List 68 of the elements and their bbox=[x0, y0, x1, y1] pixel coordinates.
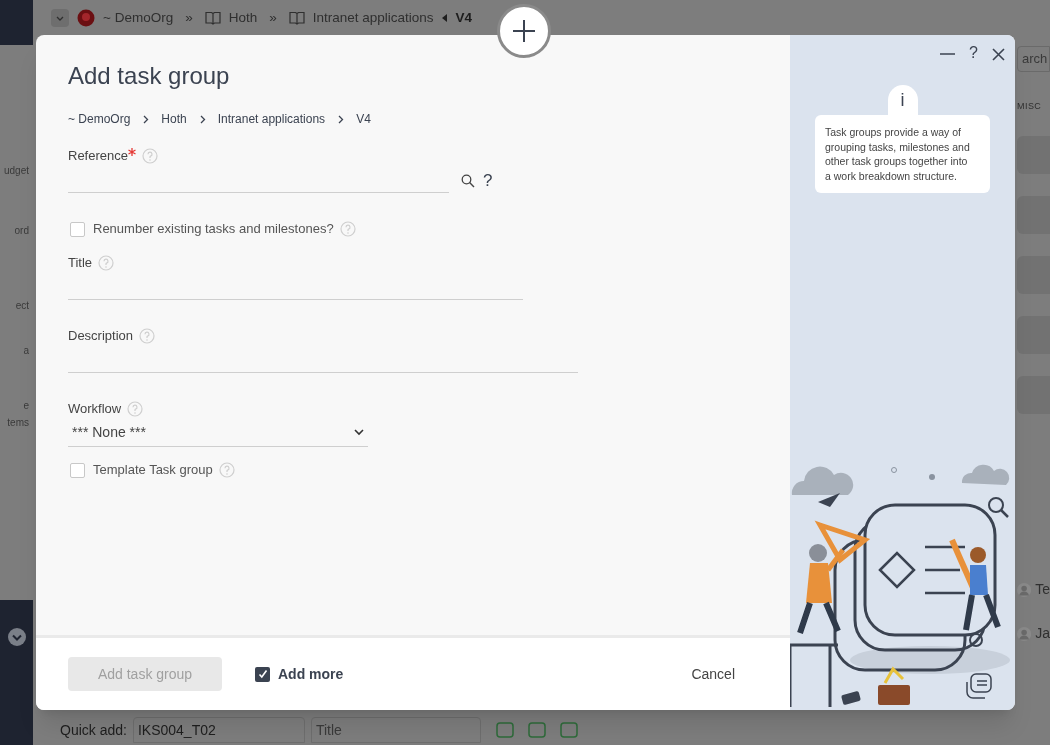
cancel-button[interactable]: Cancel bbox=[691, 663, 735, 685]
sidebar-panel bbox=[0, 0, 33, 45]
chevron-down-icon bbox=[354, 429, 364, 436]
user-name[interactable]: Ja bbox=[1035, 623, 1050, 644]
search-field[interactable]: arch bbox=[1017, 46, 1050, 72]
menu-label[interactable]: e bbox=[23, 398, 33, 413]
info-text: Task groups provide a way of grouping tasks, milestones and other task groups together into a work breakdown structure. bbox=[815, 115, 990, 193]
menu-label[interactable]: udget bbox=[3, 163, 33, 178]
breadcrumb-link[interactable]: ~ DemoOrg bbox=[103, 7, 174, 29]
help-icon[interactable] bbox=[127, 401, 144, 417]
caret-left-icon bbox=[441, 14, 448, 22]
menu-label[interactable]: ect bbox=[15, 298, 33, 313]
chevron-down-icon bbox=[56, 15, 64, 21]
chevron-down-circle-icon[interactable] bbox=[7, 628, 26, 646]
lookup-help[interactable]: ? bbox=[483, 172, 493, 189]
field-label: Reference bbox=[68, 147, 128, 166]
checkbox[interactable] bbox=[255, 666, 270, 682]
check-icon bbox=[257, 669, 268, 679]
quick-action-icon[interactable] bbox=[494, 721, 515, 739]
quick-action-icon[interactable] bbox=[526, 721, 547, 739]
field-label: Description bbox=[68, 327, 134, 346]
help-icon[interactable] bbox=[142, 148, 158, 164]
breadcrumb-link[interactable]: Intranet applications bbox=[217, 110, 326, 128]
breadcrumb-separator: » bbox=[269, 8, 277, 27]
close-icon[interactable] bbox=[992, 48, 1005, 61]
checkbox-label: Add more bbox=[278, 664, 344, 684]
breadcrumb-link[interactable]: ~ DemoOrg bbox=[68, 110, 131, 128]
reference-input[interactable]: IKS004_T02 bbox=[132, 717, 305, 743]
quick-action-icon[interactable] bbox=[558, 721, 579, 739]
user-name[interactable]: Te bbox=[1035, 579, 1050, 600]
menu-label[interactable]: tems bbox=[7, 415, 33, 430]
plus-icon bbox=[512, 19, 536, 43]
add-button[interactable] bbox=[497, 4, 551, 58]
checkbox-label: Template Task group bbox=[93, 461, 213, 480]
breadcrumb-link[interactable]: V4 bbox=[356, 110, 371, 128]
section-heading: MISC bbox=[1017, 100, 1043, 113]
breadcrumb-link[interactable]: Hoth bbox=[161, 110, 187, 128]
chevron-right-icon bbox=[338, 114, 345, 124]
chevron-right-icon bbox=[143, 114, 150, 124]
workflow-dropdown[interactable]: *** None *** bbox=[68, 419, 368, 447]
help-icon[interactable] bbox=[339, 221, 356, 237]
search-icon[interactable] bbox=[461, 173, 475, 188]
checkbox[interactable] bbox=[70, 221, 85, 237]
book-icon bbox=[288, 11, 305, 25]
org-logo-icon bbox=[77, 9, 95, 27]
breadcrumb-separator: » bbox=[185, 8, 193, 27]
breadcrumb-link[interactable]: V4 bbox=[455, 7, 473, 29]
help-icon[interactable] bbox=[139, 328, 156, 344]
field-label: Title bbox=[68, 254, 93, 273]
required-asterisk-icon bbox=[128, 148, 136, 156]
title-input[interactable]: Title bbox=[310, 717, 481, 743]
help-icon[interactable] bbox=[98, 255, 115, 271]
checkbox[interactable] bbox=[70, 462, 85, 478]
chevron-right-icon bbox=[199, 114, 206, 124]
checkbox-label: Renumber existing tasks and milestones? bbox=[93, 220, 334, 239]
menu-label[interactable]: ord bbox=[14, 223, 33, 238]
help-button[interactable]: ? bbox=[969, 45, 978, 61]
quick-add-label: Quick add: bbox=[60, 720, 127, 740]
book-icon bbox=[204, 11, 221, 25]
field-label: Workflow bbox=[68, 400, 122, 419]
document-stack-icon bbox=[965, 672, 993, 700]
breadcrumb-link[interactable]: Hoth bbox=[228, 7, 258, 29]
breadcrumb-link[interactable]: Intranet applications bbox=[312, 7, 434, 29]
dialog-title: Add task group bbox=[68, 61, 231, 91]
collapse-button[interactable] bbox=[51, 9, 69, 27]
help-icon[interactable] bbox=[218, 462, 235, 478]
menu-label[interactable]: a bbox=[23, 343, 33, 358]
info-badge: i bbox=[887, 85, 918, 115]
